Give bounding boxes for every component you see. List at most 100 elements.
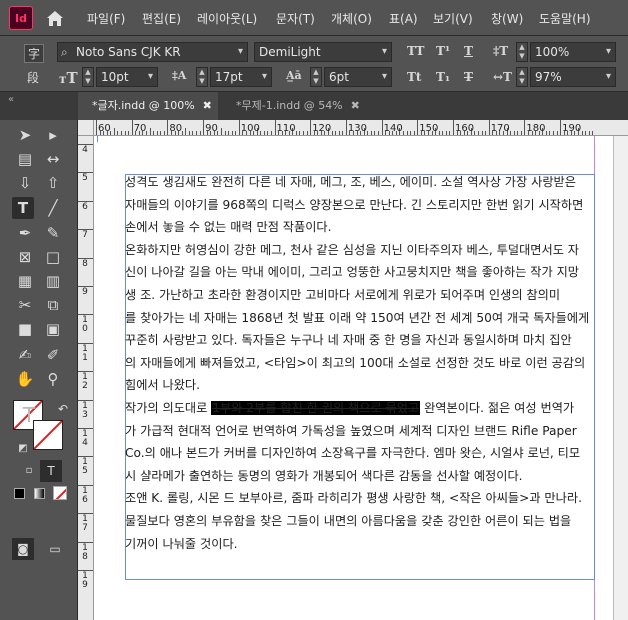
font-family-field[interactable]: ⌕ Noto Sans CJK KR ▾ (57, 42, 248, 62)
gradient-swatch-tool-icon[interactable]: ■ (14, 318, 36, 340)
ruler-label: 180 (526, 123, 546, 134)
apply-gradient-button[interactable] (34, 488, 45, 499)
rectangle-tool-icon[interactable]: □ (42, 246, 64, 268)
preview-mode-icon[interactable]: ▭ (44, 538, 66, 560)
chevron-down-icon[interactable]: ▾ (148, 68, 153, 86)
tab-label: *글자.indd @ 100% (92, 99, 195, 112)
rectangle-frame-tool-icon[interactable]: ⊠ (14, 246, 36, 268)
chevron-down-icon[interactable]: ▾ (238, 43, 243, 61)
small-caps-button[interactable]: Tt (407, 70, 421, 84)
horizontal-ruler[interactable]: 60 70 80 90 100 110 120 130 140 150 160 170 180 190 (94, 120, 628, 136)
direct-selection-tool-icon[interactable]: ▸ (42, 124, 64, 146)
page-tool-icon[interactable]: ▤ (14, 148, 36, 170)
horizontal-grid-tool-icon[interactable]: ▦ (14, 270, 36, 292)
line-tool-icon[interactable]: ╱ (42, 197, 64, 219)
ruler-minor-tick (303, 131, 305, 135)
menu-type[interactable]: 문자(T) (276, 0, 315, 36)
horizontal-scale-stepper[interactable]: ▲ ▼ (516, 67, 528, 87)
chevron-down-icon[interactable]: ▾ (262, 68, 267, 86)
chevron-down-icon[interactable]: ▾ (382, 43, 387, 61)
ruler-minor-tick (477, 131, 479, 135)
ruler-origin[interactable] (78, 120, 94, 136)
selected-text[interactable]: 1부와 2부를 합친 한 권의 책으로 묶었고 (211, 400, 421, 415)
menu-edit[interactable]: 편집(E) (142, 0, 181, 36)
vertical-scale-stepper[interactable]: ▲ ▼ (516, 42, 528, 62)
chevron-down-icon[interactable]: ▾ (382, 68, 387, 86)
ruler-minor-tick (438, 131, 440, 135)
font-size-icon: тT (59, 69, 78, 87)
close-icon[interactable]: ✖ (351, 99, 360, 112)
apply-color-button[interactable] (14, 488, 25, 499)
ruler-minor-tick (163, 131, 165, 135)
document-tab-bar: « *글자.indd @ 100% ✖ *무제-1.indd @ 54% ✖ (0, 92, 628, 120)
pen-tool-icon[interactable]: ✒ (14, 222, 36, 244)
leading-field[interactable]: 17pt ▾ (210, 67, 272, 87)
menu-help[interactable]: 도움말(H) (539, 0, 591, 36)
ruler-minor-tick (267, 131, 269, 135)
vertical-grid-tool-icon[interactable]: ▥ (42, 270, 64, 292)
vertical-ruler[interactable]: 4 5 6 7 8 9 10 11 12 13 14 15 16 17 18 19 (78, 136, 94, 620)
tracking-stepper[interactable]: ▲ ▼ (310, 67, 322, 87)
horizontal-scale-icon: ↔T (493, 70, 512, 84)
all-caps-button[interactable]: TT (407, 44, 424, 58)
horizontal-scale-field[interactable]: 97% ▾ (530, 67, 616, 87)
font-size-field[interactable]: 10pt ▾ (96, 67, 158, 87)
apply-none-button[interactable] (53, 486, 67, 500)
font-style-field[interactable]: DemiLight ▾ (254, 42, 392, 62)
superscript-button[interactable]: T¹ (436, 44, 450, 58)
text-line: 힘에서 나왔다. (125, 378, 201, 393)
content-placer-icon[interactable]: ⇧ (42, 172, 64, 194)
formatting-text-button[interactable]: T (40, 460, 62, 482)
formatting-container-icon[interactable]: ▫ (18, 460, 40, 482)
ruler-minor-tick (153, 131, 155, 135)
tab-document-2[interactable]: *무제-1.indd @ 54% ✖ (222, 92, 372, 120)
menu-object[interactable]: 개체(O) (331, 0, 372, 36)
menu-file[interactable]: 파일(F) (87, 0, 125, 36)
chevron-down-icon[interactable]: ▾ (606, 68, 611, 86)
free-transform-tool-icon[interactable]: ⧉ (42, 294, 64, 316)
selection-tool-icon[interactable]: ➤ (14, 124, 36, 146)
character-mode-button[interactable]: 字 (24, 44, 45, 63)
gradient-feather-tool-icon[interactable]: ▣ (42, 318, 64, 340)
ruler-label: 150 (419, 123, 439, 134)
paragraph-mode-button[interactable]: 段 (27, 69, 39, 86)
menu-window[interactable]: 창(W) (491, 0, 523, 36)
scissors-tool-icon[interactable]: ✂ (14, 294, 36, 316)
hand-tool-icon[interactable]: ✋ (14, 368, 36, 390)
gap-tool-icon[interactable]: ↔ (42, 148, 64, 170)
underline-button[interactable]: T (464, 44, 473, 58)
content-collector-icon[interactable]: ⇩ (14, 172, 36, 194)
chevron-down-icon[interactable]: ▾ (606, 43, 611, 61)
ruler-label: 7 (82, 230, 88, 241)
strikethrough-button[interactable]: T (464, 70, 473, 84)
menu-table[interactable]: 표(A) (389, 0, 418, 36)
tracking-field[interactable]: 6pt ▾ (324, 67, 392, 87)
vertical-scale-field[interactable]: 100% ▾ (530, 42, 616, 62)
font-size-stepper[interactable]: ▲ ▼ (82, 67, 94, 87)
underline-glyph: T (464, 44, 473, 58)
ruler-minor-tick (367, 131, 369, 135)
search-icon: ⌕ (61, 45, 68, 59)
ruler-major-tick (524, 120, 526, 135)
collapse-panel-icon[interactable]: « (8, 94, 14, 105)
menu-view[interactable]: 보기(V) (433, 0, 473, 36)
tab-document-1[interactable]: *글자.indd @ 100% ✖ (78, 92, 218, 120)
ruler-minor-tick (306, 131, 308, 135)
close-icon[interactable]: ✖ (203, 99, 212, 112)
leading-stepper[interactable]: ▲ ▼ (196, 67, 208, 87)
normal-view-icon[interactable]: ◙ (12, 538, 34, 560)
zoom-tool-icon[interactable]: ⚲ (42, 368, 64, 390)
subscript-button[interactable]: T₁ (436, 70, 450, 84)
story-text[interactable]: 성격도 생김새도 완전히 다른 네 자매, 메그, 조, 베스, 에이미. 소설… (125, 171, 595, 555)
home-icon[interactable] (44, 7, 66, 29)
note-tool-icon[interactable]: ✍ (14, 344, 36, 366)
swap-colors-icon[interactable]: ↶ (52, 398, 74, 420)
type-tool-icon[interactable]: T (12, 197, 34, 219)
tracking-value: 6pt (329, 70, 349, 84)
text-line: 꾸준히 사랑받고 있다. 독자들은 누구나 네 자매 중 한 명을 자신과 동일… (125, 333, 572, 348)
default-colors-icon[interactable]: ◩ (12, 438, 34, 460)
menu-layout[interactable]: 레이아웃(L) (197, 0, 257, 36)
eyedropper-tool-icon[interactable]: ✐ (42, 344, 64, 366)
ruler-label: 110 (276, 123, 296, 134)
pencil-tool-icon[interactable]: ✎ (42, 222, 64, 244)
